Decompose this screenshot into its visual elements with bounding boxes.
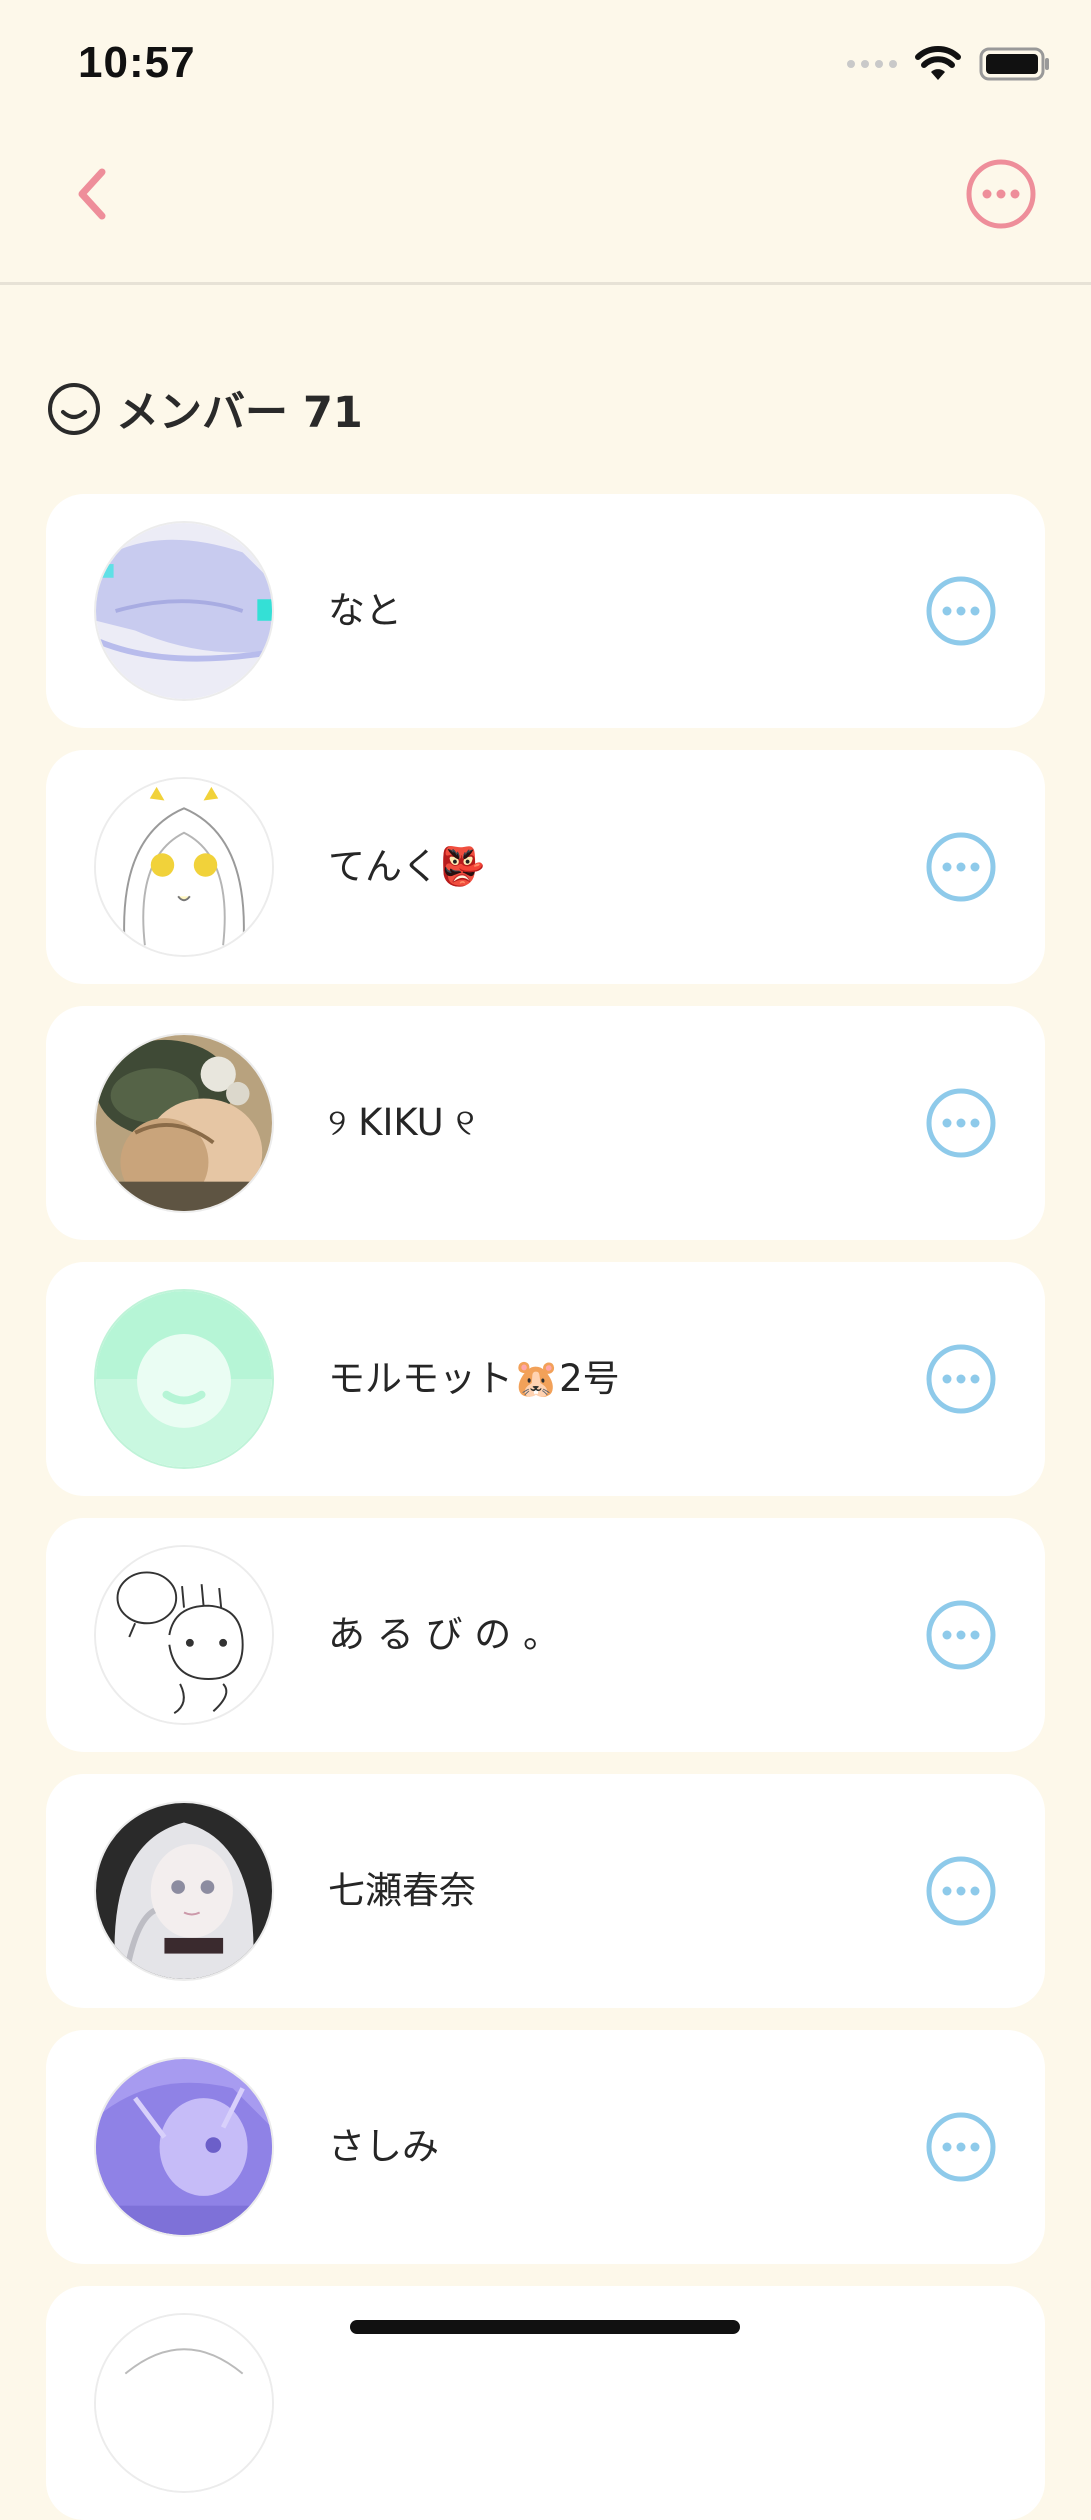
home-indicator xyxy=(350,2320,740,2334)
avatar xyxy=(94,1289,274,1469)
ellipsis-circle-icon xyxy=(926,1856,996,1926)
member-more-button[interactable] xyxy=(925,831,997,903)
status-time: 10:57 xyxy=(78,38,196,87)
avatar xyxy=(94,1545,274,1725)
member-name: ୨ KIKU ୧ xyxy=(328,1101,475,1144)
member-more-button[interactable] xyxy=(925,1855,997,1927)
avatar xyxy=(94,2313,274,2493)
member-card[interactable]: さしみ xyxy=(46,2030,1045,2264)
ellipsis-circle-icon xyxy=(926,576,996,646)
member-more-button[interactable] xyxy=(925,1599,997,1671)
member-name: さしみ xyxy=(328,2125,439,2168)
ellipsis-circle-icon xyxy=(926,2112,996,2182)
status-bar: 10:57 xyxy=(0,0,1091,130)
ellipsis-circle-icon xyxy=(966,159,1036,229)
member-more-button[interactable] xyxy=(925,1087,997,1159)
cellular-signal-icon xyxy=(847,60,897,68)
avatar-image xyxy=(96,1291,272,1467)
ellipsis-circle-icon xyxy=(926,1088,996,1158)
avatar-image xyxy=(96,2059,272,2235)
ellipsis-circle-icon xyxy=(926,1600,996,1670)
member-card[interactable]: ୨ KIKU ୧ xyxy=(46,1006,1045,1240)
status-icons xyxy=(847,46,1051,82)
ellipsis-circle-icon xyxy=(926,832,996,902)
avatar-image xyxy=(96,1035,272,1211)
avatar-image xyxy=(96,1547,272,1723)
more-options-button[interactable] xyxy=(965,158,1037,230)
members-count-title: メンバー 71 xyxy=(116,388,363,438)
members-section-header: メンバー 71 xyxy=(46,378,363,440)
member-more-button[interactable] xyxy=(925,575,997,647)
avatar-image xyxy=(96,523,272,699)
member-name: てんく👺 xyxy=(328,845,486,888)
member-card[interactable]: モルモット🐹2号 xyxy=(46,1262,1045,1496)
member-name: モルモット🐹2号 xyxy=(328,1357,620,1400)
member-name: あ る び の 。 xyxy=(328,1613,561,1656)
avatar xyxy=(94,1033,274,1213)
ellipsis-circle-icon xyxy=(926,1344,996,1414)
wifi-icon xyxy=(915,46,961,80)
battery-icon xyxy=(979,47,1049,81)
member-more-button[interactable] xyxy=(925,1343,997,1415)
avatar-image xyxy=(96,779,272,955)
member-card[interactable]: てんく👺 xyxy=(46,750,1045,984)
avatar xyxy=(94,2057,274,2237)
member-more-button[interactable] xyxy=(925,2111,997,2183)
member-name: なと xyxy=(328,589,402,632)
avatar xyxy=(94,521,274,701)
avatar-image xyxy=(96,2315,272,2491)
avatar xyxy=(94,777,274,957)
member-card[interactable]: なと xyxy=(46,494,1045,728)
member-card[interactable]: 七瀬春奈 xyxy=(46,1774,1045,2008)
avatar xyxy=(94,1801,274,1981)
nav-bar xyxy=(0,130,1091,285)
chevron-left-icon xyxy=(78,168,106,220)
smiley-icon xyxy=(48,383,100,435)
member-name: 七瀬春奈 xyxy=(328,1869,476,1912)
avatar-image xyxy=(96,1803,272,1979)
member-card[interactable]: あ る び の 。 xyxy=(46,1518,1045,1752)
back-button[interactable] xyxy=(62,164,122,224)
